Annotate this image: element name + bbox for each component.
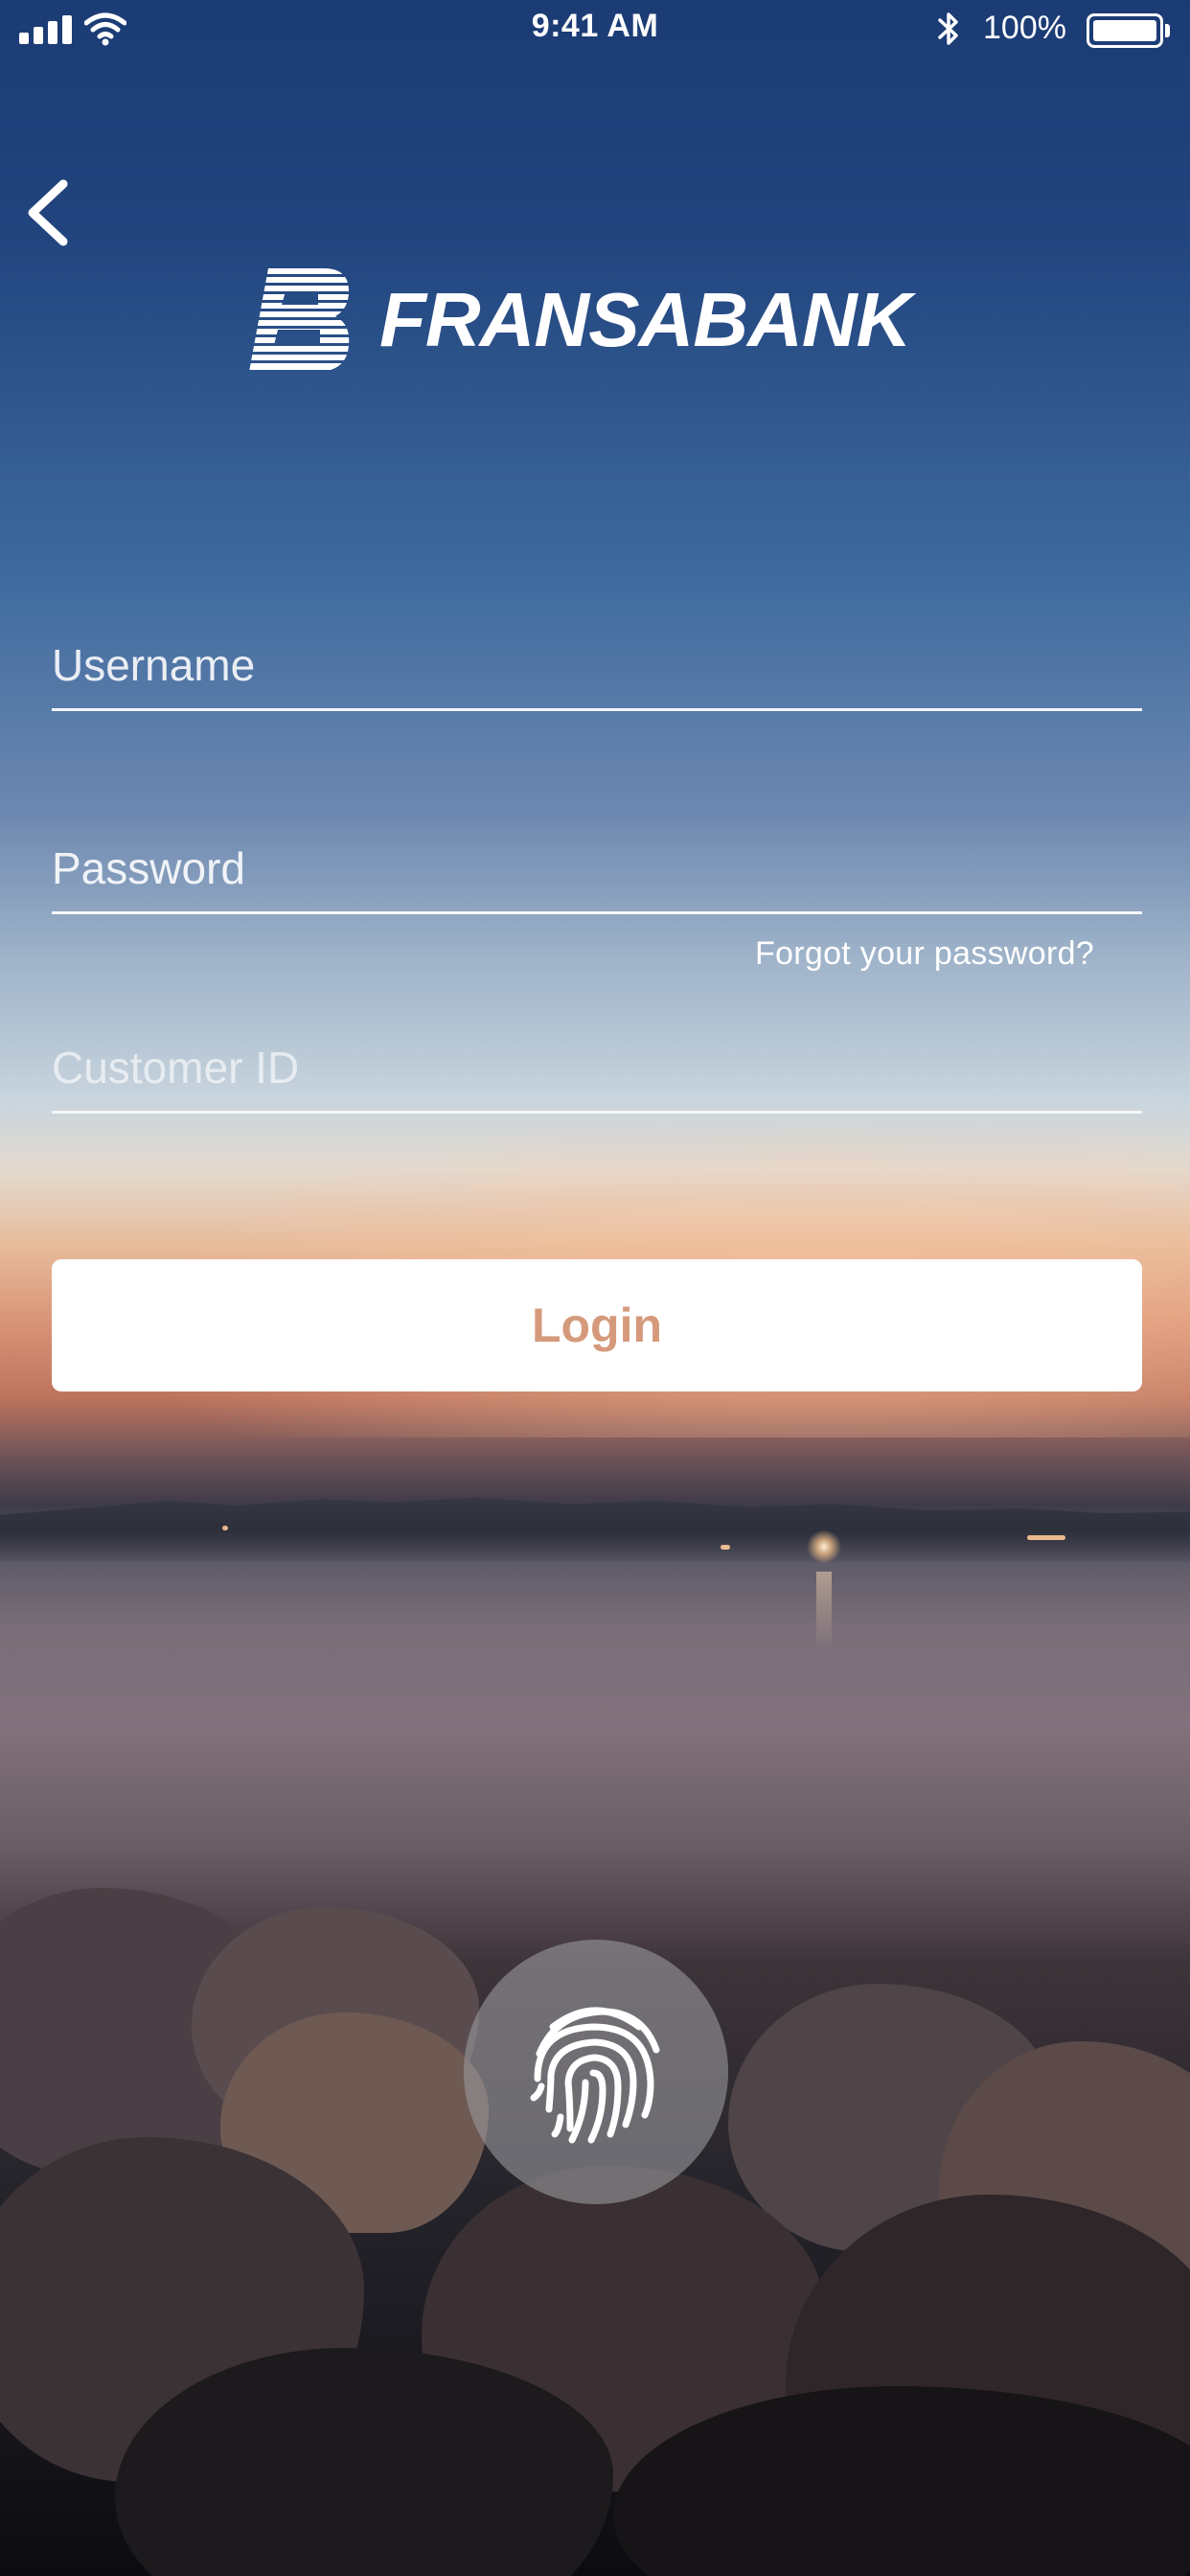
shore-light: [721, 1545, 730, 1550]
sun-reflection: [816, 1572, 832, 1648]
battery-cap: [1165, 24, 1170, 37]
customer-id-input[interactable]: [52, 1042, 1142, 1093]
fransabank-b-logo-icon: [249, 268, 350, 370]
customer-id-field[interactable]: [52, 1027, 1142, 1114]
battery-icon: [1087, 13, 1163, 48]
distant-shoreline: [0, 1497, 1190, 1562]
shore-light: [222, 1526, 228, 1530]
password-input[interactable]: [52, 842, 1142, 894]
back-button[interactable]: [17, 172, 94, 249]
sun-glint: [807, 1530, 841, 1564]
username-field[interactable]: [52, 625, 1142, 711]
fingerprint-login-button[interactable]: [464, 1940, 728, 2204]
chevron-left-icon: [28, 179, 68, 246]
bluetooth-icon: [935, 10, 962, 53]
battery-percentage: 100%: [983, 10, 1066, 46]
login-button[interactable]: Login: [52, 1259, 1142, 1392]
brand-name: FRANSABANK: [379, 277, 911, 362]
status-bar: 9:41 AM 100%: [0, 0, 1190, 59]
username-input[interactable]: [52, 639, 1142, 691]
fingerprint-icon: [530, 2007, 660, 2144]
brand-logo: FRANSABANK: [247, 266, 911, 374]
forgot-password-link[interactable]: Forgot your password?: [755, 935, 1094, 973]
password-field[interactable]: [52, 828, 1142, 914]
shore-light: [1027, 1535, 1065, 1540]
login-screen: 9:41 AM 100% FRANSABANK Username Forgot …: [0, 0, 1190, 2576]
